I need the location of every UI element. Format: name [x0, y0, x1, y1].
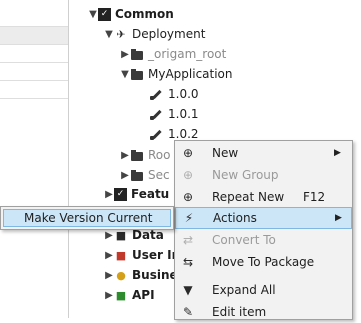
menu-item-label: Repeat New	[212, 190, 285, 204]
left-row[interactable]	[0, 63, 68, 81]
menu-item-edit-item[interactable]: ✎ Edit item	[175, 301, 352, 323]
chevron-down-icon[interactable]: ▼	[88, 9, 98, 20]
version-icon	[150, 127, 164, 141]
menu-item-repeat-new[interactable]: ⊕ Repeat New F12	[175, 186, 352, 208]
chevron-down-icon: ▼	[183, 283, 193, 297]
menu-item-make-version-current[interactable]: Make Version Current	[3, 209, 171, 227]
tree-node-version[interactable]: 1.0.0	[150, 84, 199, 104]
tree-node-label: Featu	[131, 187, 170, 201]
chevron-right-icon[interactable]: ▶	[104, 290, 114, 301]
context-menu: ⊕ New ▶ ⊕ New Group ⊕ Repeat New F12 ⚡ A…	[174, 140, 353, 320]
tree-node-sec[interactable]: ▶ Sec	[120, 165, 170, 185]
menu-item-shortcut: F12	[303, 190, 326, 204]
tree-node-label: API	[132, 288, 155, 302]
bulb-icon: ●	[116, 268, 126, 282]
checkbox-icon[interactable]: ✓	[114, 187, 127, 201]
folder-icon	[130, 149, 144, 161]
add-group-icon: ⊕	[182, 168, 194, 182]
chevron-right-icon[interactable]: ▶	[104, 230, 114, 241]
folder-icon	[130, 48, 144, 60]
move-icon: ⇆	[182, 255, 194, 269]
tree-node-myapplication[interactable]: ▼ MyApplication	[120, 64, 233, 84]
chevron-right-icon[interactable]: ▶	[104, 189, 114, 200]
chevron-down-icon[interactable]: ▼	[104, 29, 114, 40]
menu-item-label: Edit item	[212, 305, 267, 319]
left-row[interactable]	[0, 9, 68, 27]
database-icon: ■	[115, 228, 127, 242]
tree-node-api[interactable]: ▶ ■ API	[104, 285, 155, 305]
menu-item-label: New Group	[212, 168, 279, 182]
version-icon	[150, 107, 164, 121]
lightning-icon: ⚡	[184, 211, 194, 225]
chevron-right-icon[interactable]: ▶	[104, 250, 114, 261]
menu-item-new[interactable]: ⊕ New ▶	[175, 142, 352, 164]
tree-node-label: Roo	[148, 148, 171, 162]
tree-node-label: Deployment	[132, 27, 206, 41]
tree-node-version[interactable]: 1.0.1	[150, 104, 199, 124]
tree-node-label: _origam_root	[148, 47, 227, 61]
chevron-down-icon[interactable]: ▼	[120, 69, 130, 80]
menu-item-label: Actions	[213, 211, 257, 225]
deployment-icon: ✈	[116, 27, 126, 41]
menu-item-expand-all[interactable]: ▼ Expand All	[175, 279, 352, 301]
left-row[interactable]	[0, 81, 68, 99]
left-row-header[interactable]	[0, 27, 68, 45]
tree-node-roo[interactable]: ▶ Roo	[120, 145, 170, 165]
version-icon	[150, 87, 164, 101]
chevron-right-icon[interactable]: ▶	[120, 170, 130, 181]
checkbox-icon[interactable]: ✓	[98, 7, 111, 21]
tree-node-label: MyApplication	[148, 67, 233, 81]
menu-item-move-to-package[interactable]: ⇆ Move To Package	[175, 251, 352, 273]
tree-node-label: Data	[132, 228, 164, 242]
chevron-right-icon[interactable]: ▶	[120, 150, 130, 161]
left-row[interactable]	[0, 45, 68, 63]
folder-icon	[130, 169, 144, 181]
left-pane	[0, 0, 69, 318]
tree-node-label: 1.0.0	[168, 87, 199, 101]
repeat-add-icon: ⊕	[182, 190, 194, 204]
actions-submenu: Make Version Current	[0, 206, 174, 230]
submenu-arrow-icon: ▶	[334, 148, 341, 158]
tree-node-featu[interactable]: ▶ ✓ Featu	[104, 184, 169, 204]
convert-icon: ⇄	[182, 233, 194, 247]
menu-item-label: New	[212, 146, 239, 160]
tree-node-label: Sec	[148, 168, 170, 182]
tree-node-label: 1.0.1	[168, 107, 199, 121]
api-icon: ■	[115, 288, 127, 302]
tree-node-label: 1.0.2	[168, 127, 199, 141]
tree-node-origam-root[interactable]: ▶ _origam_root	[120, 44, 226, 64]
menu-item-new-group[interactable]: ⊕ New Group	[175, 164, 352, 186]
menu-item-label: Expand All	[212, 283, 276, 297]
menu-item-convert-to[interactable]: ⇄ Convert To	[175, 229, 352, 251]
user-interface-icon: ■	[115, 248, 127, 262]
menu-item-actions[interactable]: ⚡ Actions ▶	[175, 207, 352, 229]
folder-icon	[130, 68, 144, 80]
tree-node-label: Common	[115, 7, 174, 21]
chevron-right-icon[interactable]: ▶	[120, 49, 130, 60]
menu-item-label: Make Version Current	[24, 211, 153, 225]
submenu-arrow-icon: ▶	[335, 213, 342, 223]
add-icon: ⊕	[182, 146, 194, 160]
tree-node-deployment[interactable]: ▼ ✈ Deployment	[104, 24, 205, 44]
menu-item-label: Convert To	[212, 233, 276, 247]
menu-item-label: Move To Package	[212, 255, 315, 269]
tree-node-common[interactable]: ▼ ✓ Common	[88, 4, 174, 24]
chevron-right-icon[interactable]: ▶	[104, 270, 114, 281]
